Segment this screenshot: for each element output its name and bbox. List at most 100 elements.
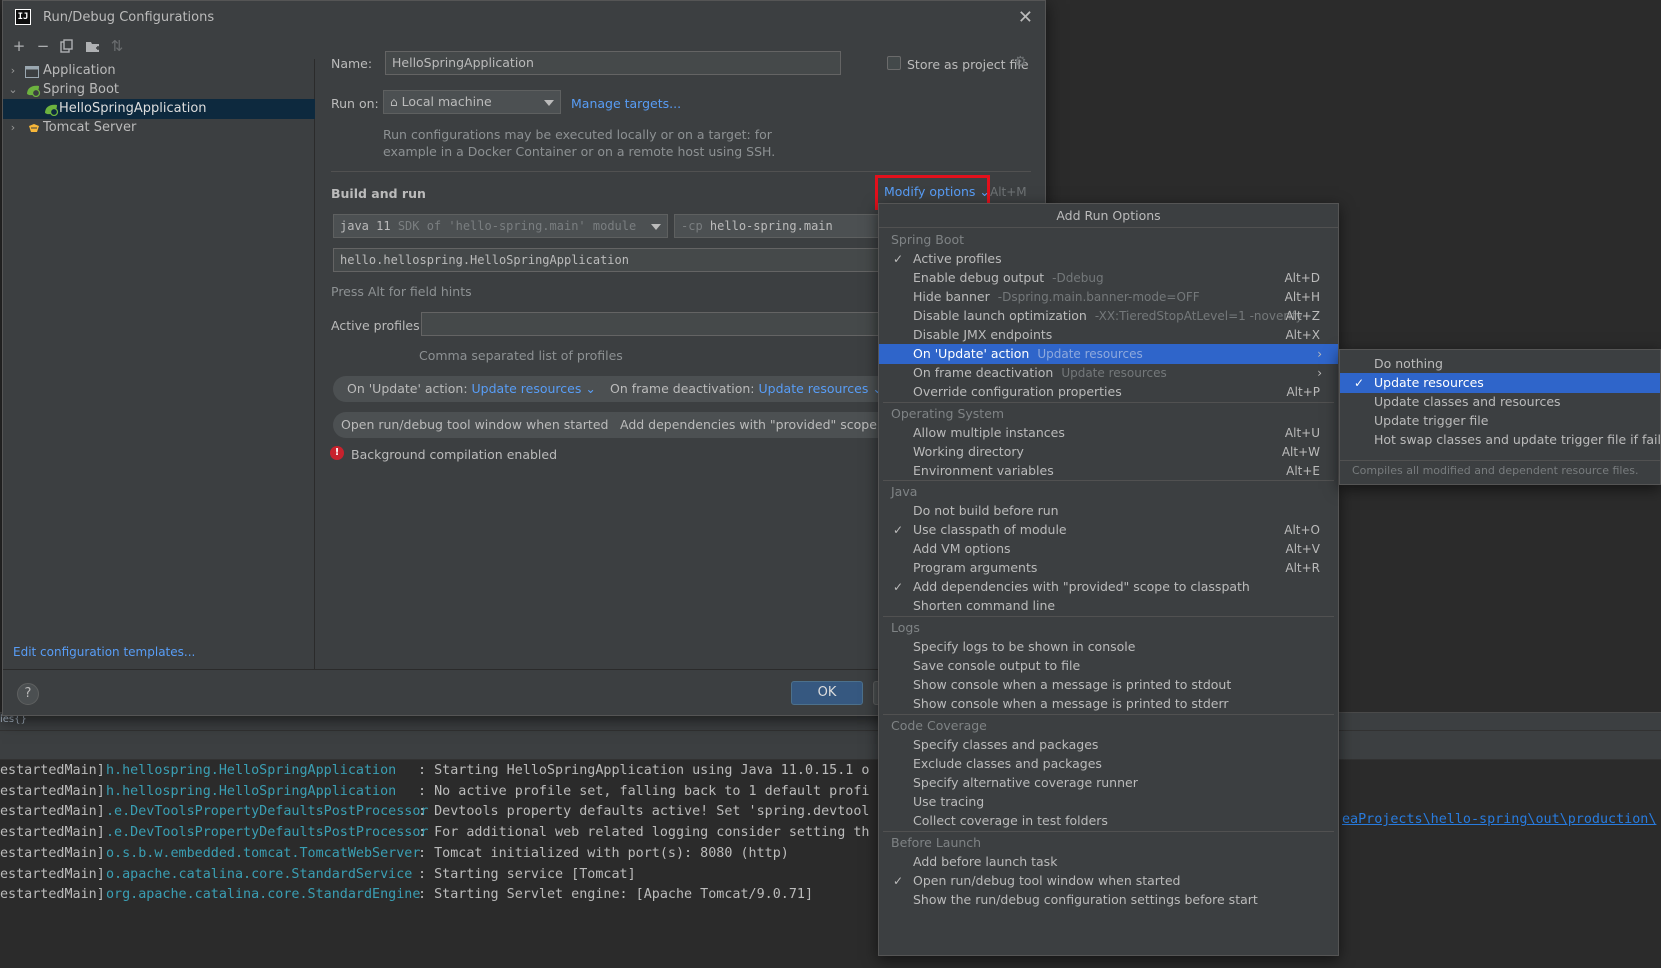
menu-item-add-before-launch-task[interactable]: Add before launch task: [879, 852, 1338, 872]
menu-divider: [883, 830, 1334, 832]
menu-item-text: Hide banner: [913, 288, 990, 304]
copy-icon[interactable]: [57, 35, 77, 57]
menu-item-specify-logs-to-be-shown-in-console[interactable]: Specify logs to be shown in console: [879, 637, 1338, 657]
menu-item-shortcut: Alt+D: [1284, 270, 1320, 285]
tree-item-application[interactable]: › Application: [3, 61, 315, 81]
runon-description-1: Run configurations may be executed local…: [383, 127, 772, 142]
remove-icon[interactable]: −: [33, 35, 53, 57]
menu-item-hide-banner[interactable]: Hide banner -Dspring.main.banner-mode=OFF…: [879, 287, 1338, 307]
submenu-item-update-trigger-file[interactable]: Update trigger file: [1340, 411, 1660, 431]
submenu-item-do-nothing[interactable]: Do nothing: [1340, 354, 1660, 374]
menu-item-disable-launch-optimization[interactable]: Disable launch optimization -XX:TieredSto…: [879, 306, 1338, 326]
menu-item-specify-classes-and-packages[interactable]: Specify classes and packages: [879, 735, 1338, 755]
menu-item-add-dependencies-with-provided-scope-to-classpath[interactable]: ✓ Add dependencies with "provided" scope …: [879, 577, 1338, 597]
frame-deactivation-chip[interactable]: On frame deactivation: Update resources …: [596, 376, 913, 402]
update-action-chip[interactable]: On 'Update' action: Update resources ⌄ ✕: [333, 376, 626, 402]
help-button[interactable]: ?: [17, 683, 39, 705]
sort-icon[interactable]: ⇅: [107, 35, 127, 57]
runon-dropdown[interactable]: ⌂ Local machine: [383, 90, 561, 114]
menu-item-add-vm-options[interactable]: Add VM options Alt+V: [879, 539, 1338, 559]
menu-item-on-frame-deactivation[interactable]: On frame deactivation Update resources ›: [879, 363, 1338, 383]
menu-item-open-run-debug-tool-window-when-started[interactable]: ✓ Open run/debug tool window when started: [879, 871, 1338, 891]
menu-item-enable-debug-output[interactable]: Enable debug output -Ddebug Alt+D: [879, 268, 1338, 288]
menu-item-exclude-classes-and-packages[interactable]: Exclude classes and packages: [879, 754, 1338, 774]
main-class-field[interactable]: hello.hellospring.HelloSpringApplication: [333, 248, 884, 272]
menu-item-shortcut: Alt+H: [1284, 289, 1320, 304]
edit-templates-link[interactable]: Edit configuration templates...: [13, 645, 195, 659]
chevron-down-icon[interactable]: ⌄: [7, 80, 19, 100]
chip-value[interactable]: Update resources: [759, 381, 869, 396]
submenu-item-label: Update trigger file: [1374, 413, 1489, 428]
folder-icon[interactable]: [83, 35, 103, 57]
menu-item-use-classpath-of-module[interactable]: ✓ Use classpath of module Alt+O: [879, 520, 1338, 540]
menu-item-active-profiles[interactable]: ✓ Active profiles: [879, 249, 1338, 269]
menu-item-label: Active profiles: [913, 249, 1002, 269]
menu-item-override-configuration-properties[interactable]: Override configuration properties Alt+P: [879, 382, 1338, 402]
update-action-submenu: Do nothing ✓ Update resources Update classe…: [1339, 349, 1661, 485]
store-project-checkbox[interactable]: [887, 56, 901, 70]
menu-item-show-console-when-a-message-is-printed-to-stdout[interactable]: Show console when a message is printed t…: [879, 675, 1338, 695]
menu-item-disable-jmx-endpoints[interactable]: Disable JMX endpoints Alt+X: [879, 325, 1338, 345]
menu-item-show-console-when-a-message-is-printed-to-stderr[interactable]: Show console when a message is printed t…: [879, 694, 1338, 714]
modify-options-button[interactable]: Modify options ⌄: [884, 184, 990, 199]
menu-item-on-update-action[interactable]: On 'Update' action Update resources ›: [879, 343, 1338, 364]
chevron-down-icon: ⌄: [585, 381, 596, 396]
bg-compilation-text: Background compilation enabled: [351, 447, 558, 462]
menu-section-operating-system: Operating System: [891, 405, 1005, 421]
log-logger: org.apache.catalina.core.StandardEngine: [106, 887, 421, 903]
add-icon[interactable]: +: [9, 35, 29, 57]
submenu-item-update-classes-and-resources[interactable]: Update classes and resources: [1340, 392, 1660, 412]
tree-item-hellospringapplication[interactable]: HelloSpringApplication: [3, 99, 315, 119]
log-thread: estartedMain]: [0, 783, 105, 799]
menu-item-allow-multiple-instances[interactable]: Allow multiple instances Alt+U: [879, 423, 1338, 443]
menu-item-specify-alternative-coverage-runner[interactable]: Specify alternative coverage runner: [879, 773, 1338, 793]
gear-icon[interactable]: ⚙: [1014, 54, 1027, 70]
menu-item-text: Working directory: [913, 443, 1024, 459]
menu-item-label: Open run/debug tool window when started: [913, 871, 1180, 891]
check-icon: ✓: [1354, 376, 1365, 390]
menu-item-text: Use tracing: [913, 793, 985, 809]
chevron-down-icon: ⌄: [979, 184, 990, 199]
home-icon: ⌂: [390, 95, 398, 109]
menu-item-collect-coverage-in-test-folders[interactable]: Collect coverage in test folders: [879, 811, 1338, 831]
chevron-right-icon[interactable]: ›: [7, 118, 19, 138]
chip-value[interactable]: Update resources: [472, 381, 582, 396]
log-message: : Starting Servlet engine: [Apache Tomca…: [418, 887, 814, 903]
tree-item-tomcat-server[interactable]: › Tomcat Server: [3, 118, 315, 138]
chevron-right-icon: ›: [1317, 346, 1322, 361]
menu-item-use-tracing[interactable]: Use tracing: [879, 792, 1338, 812]
active-profiles-field[interactable]: [421, 312, 884, 336]
provided-scope-chip[interactable]: Add dependencies with "provided" scope t…: [608, 412, 884, 438]
log-thread: estartedMain]: [0, 763, 105, 778]
chevron-right-icon[interactable]: ›: [7, 61, 19, 81]
menu-item-environment-variables[interactable]: Environment variables Alt+E: [879, 461, 1338, 481]
menu-item-text: Add dependencies with "provided" scope t…: [913, 579, 1250, 595]
close-icon[interactable]: ✕: [1018, 7, 1033, 28]
menu-item-text: Collect coverage in test folders: [913, 812, 1108, 828]
menu-item-working-directory[interactable]: Working directory Alt+W: [879, 442, 1338, 462]
menu-item-label: Save console output to file: [913, 656, 1080, 676]
menu-item-show-the-run-debug-configuration-settings-before-start[interactable]: Show the run/debug configuration setting…: [879, 890, 1338, 910]
menu-divider: [883, 480, 1334, 482]
menu-item-program-arguments[interactable]: Program arguments Alt+R: [879, 558, 1338, 578]
sdk-dropdown[interactable]: java 11 SDK of 'hello-spring.main' modul…: [333, 214, 668, 238]
manage-targets-link[interactable]: Manage targets...: [571, 96, 681, 111]
console-path-link[interactable]: eaProjects\hello-spring\out\production\: [1342, 812, 1656, 827]
menu-item-do-not-build-before-run[interactable]: Do not build before run: [879, 501, 1338, 521]
menu-item-shortcut: Alt+X: [1285, 327, 1320, 342]
log-logger: o.apache.catalina.core.StandardService: [106, 866, 413, 882]
menu-item-save-console-output-to-file[interactable]: Save console output to file: [879, 656, 1338, 676]
submenu-item-update-resources[interactable]: ✓ Update resources: [1340, 373, 1660, 393]
menu-item-text: Add before launch task: [913, 853, 1058, 869]
open-tool-window-chip[interactable]: Open run/debug tool window when started …: [333, 412, 638, 438]
ok-button[interactable]: OK: [791, 681, 863, 705]
tree-item-spring-boot[interactable]: ⌄ Spring Boot: [3, 80, 315, 100]
name-field[interactable]: HelloSpringApplication: [385, 51, 841, 75]
submenu-item-hot-swap-classes-and-update-trigger-file-if-failed[interactable]: Hot swap classes and update trigger file…: [1340, 430, 1661, 450]
menu-section-spring-boot: Spring Boot: [891, 232, 965, 247]
submenu-item-label: Do nothing: [1374, 356, 1443, 371]
menu-item-shorten-command-line[interactable]: Shorten command line: [879, 596, 1338, 616]
log-logger: h.hellospring.HelloSpringApplication: [106, 763, 397, 778]
classpath-dropdown[interactable]: -cp hello-spring.main: [674, 214, 884, 238]
sdk-hint: SDK of 'hello-spring.main' module: [397, 219, 637, 233]
